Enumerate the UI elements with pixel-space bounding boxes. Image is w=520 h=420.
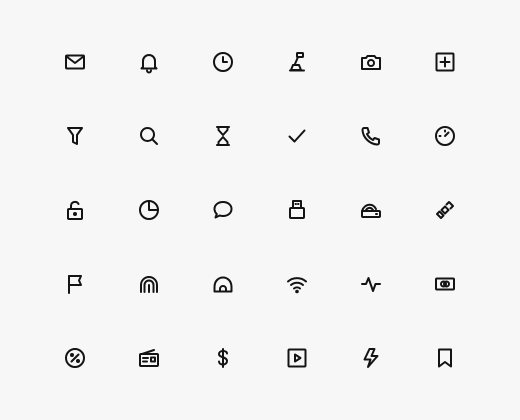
hourglass-icon[interactable] [203, 116, 243, 156]
pie-chart-icon[interactable] [129, 190, 169, 230]
percent-badge-icon[interactable] [55, 338, 95, 378]
speedometer-icon[interactable] [425, 116, 465, 156]
search-icon[interactable] [129, 116, 169, 156]
usb-drive-icon[interactable] [277, 190, 317, 230]
fingerprint-icon[interactable] [129, 264, 169, 304]
satellite-icon[interactable] [425, 190, 465, 230]
camera-icon[interactable] [351, 42, 391, 82]
chat-bubble-icon[interactable] [203, 190, 243, 230]
wifi-icon[interactable] [277, 264, 317, 304]
check-icon[interactable] [277, 116, 317, 156]
plus-square-icon[interactable] [425, 42, 465, 82]
icon-grid [0, 0, 520, 420]
radio-icon[interactable] [129, 338, 169, 378]
phone-icon[interactable] [351, 116, 391, 156]
lightning-icon[interactable] [351, 338, 391, 378]
mail-icon[interactable] [55, 42, 95, 82]
play-square-icon[interactable] [277, 338, 317, 378]
filter-icon[interactable] [55, 116, 95, 156]
router-icon[interactable] [351, 190, 391, 230]
microscope-icon[interactable] [277, 42, 317, 82]
tent-icon[interactable] [203, 264, 243, 304]
lock-open-icon[interactable] [55, 190, 95, 230]
dollar-icon[interactable] [203, 338, 243, 378]
activity-icon[interactable] [351, 264, 391, 304]
flag-icon[interactable] [55, 264, 95, 304]
clock-icon[interactable] [203, 42, 243, 82]
bell-icon[interactable] [129, 42, 169, 82]
cash-icon[interactable] [425, 264, 465, 304]
bookmark-icon[interactable] [425, 338, 465, 378]
